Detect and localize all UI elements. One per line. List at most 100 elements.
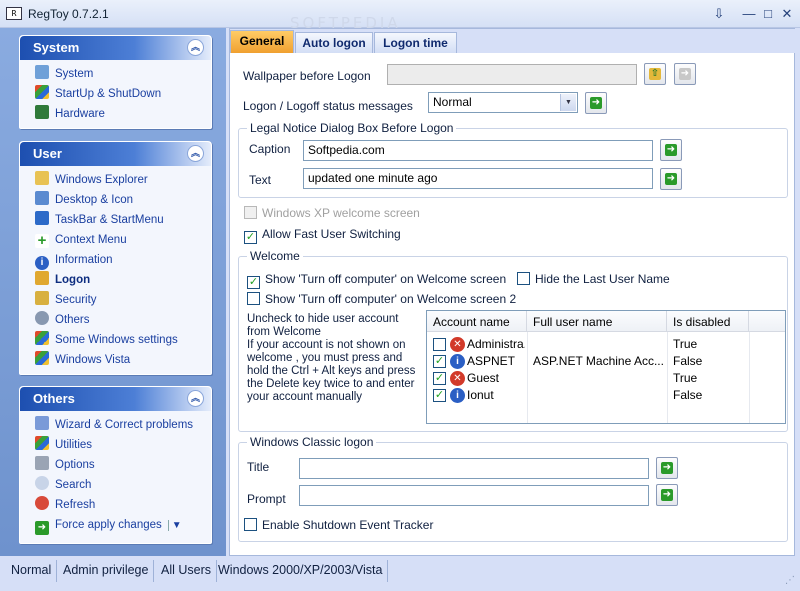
sidebar-item-wizard[interactable]: Wizard & Correct problems [20, 415, 211, 435]
hide-last-user-checkbox[interactable]: Hide the Last User Name [517, 272, 670, 286]
sidebar-item-label: Information [55, 254, 113, 266]
sidebar-item-security[interactable]: Security [20, 290, 211, 310]
show-turn-off-2-checkbox[interactable]: Show 'Turn off computer' on Welcome scre… [247, 292, 516, 306]
sidebar-item-some-windows-settings[interactable]: Some Windows settings [20, 330, 211, 350]
is-disabled-cell: False [673, 354, 703, 368]
check-icon[interactable]: ✓ [433, 389, 446, 402]
system-group-header[interactable]: System ︽ [20, 36, 211, 60]
sidebar-item-force-apply[interactable]: ➜ Force apply changes ▼ [20, 515, 211, 535]
tab-auto-logon[interactable]: Auto logon [295, 32, 373, 53]
taskbar-icon [35, 211, 49, 225]
desktop-icon [35, 191, 49, 205]
checkbox-box [517, 272, 530, 285]
status-mode: Normal [6, 560, 58, 582]
maximize-button[interactable]: □ [759, 5, 777, 23]
fast-user-switching-checkbox[interactable]: ✓ Allow Fast User Switching [244, 227, 401, 244]
text-field[interactable]: updated one minute ago [303, 168, 653, 189]
resize-grip-icon[interactable]: ⋰ [785, 575, 797, 587]
column-is-disabled[interactable]: Is disabled [667, 311, 749, 332]
prompt-field[interactable] [299, 485, 649, 506]
checkbox-box [247, 292, 260, 305]
status-messages-select[interactable]: Normal ▼ [428, 92, 578, 113]
checkbox-box [244, 518, 257, 531]
sidebar-item-hardware[interactable]: Hardware [20, 104, 211, 124]
check-icon[interactable]: ✓ [433, 355, 446, 368]
error-icon: ✕ [450, 371, 465, 386]
app-icon: R [6, 7, 22, 20]
xp-welcome-checkbox[interactable]: Windows XP welcome screen [244, 206, 420, 220]
minimize-button[interactable]: — [740, 5, 758, 23]
checkbox-box[interactable] [433, 338, 446, 351]
apply-text-button[interactable]: ➜ [660, 168, 682, 190]
others-group-header[interactable]: Others ︽ [20, 387, 211, 411]
sidebar-item-label: Windows Explorer [55, 174, 148, 186]
browse-wallpaper-button[interactable]: ⇧ [644, 63, 666, 85]
tab-logon-time[interactable]: Logon time [374, 32, 457, 53]
others-group-title: Others [33, 391, 75, 406]
is-disabled-cell: True [673, 337, 698, 351]
sidebar-item-label: Some Windows settings [55, 334, 178, 346]
sidebar-item-search[interactable]: Search [20, 475, 211, 495]
menu-dropdown-icon[interactable]: ⇩ [710, 5, 728, 23]
checkbox-label: Enable Shutdown Event Tracker [262, 518, 434, 532]
accounts-listview[interactable]: Account name Full user name Is disabled … [426, 310, 786, 424]
sidebar-item-logon[interactable]: Logon [20, 270, 211, 290]
sidebar-item-taskbar-startmenu[interactable]: TaskBar & StartMenu [20, 210, 211, 230]
table-row[interactable]: ✓ i ASPNET ASP.NET Machine Acc... False [427, 353, 785, 370]
wizard-icon [35, 416, 49, 430]
sidebar-item-label: Force apply changes [55, 519, 162, 531]
table-row[interactable]: ✓ ✕ Guest True [427, 370, 785, 387]
sidebar-item-refresh[interactable]: Refresh [20, 495, 211, 515]
title-bar[interactable]: R RegToy 0.7.2.1 SOFTPEDIA ⇩ — □ ✕ [0, 0, 800, 32]
apply-caption-button[interactable]: ➜ [660, 139, 682, 161]
status-os: Windows 2000/XP/2003/Vista [213, 560, 389, 582]
caption-field[interactable]: Softpedia.com [303, 140, 653, 161]
listview-header: Account name Full user name Is disabled [427, 311, 785, 332]
user-group-header[interactable]: User ︽ [20, 142, 211, 166]
wallpaper-field[interactable] [387, 64, 637, 85]
lock-icon [35, 291, 49, 305]
sidebar-item-information[interactable]: i Information [20, 250, 211, 270]
column-full-user-name[interactable]: Full user name [527, 311, 667, 332]
apply-status-button[interactable]: ➜ [585, 92, 607, 114]
apply-title-button[interactable]: ➜ [656, 457, 678, 479]
arrow-right-icon: ➜ [35, 521, 49, 535]
sidebar-item-startup-shutdown[interactable]: StartUp & ShutDown [20, 84, 211, 104]
tab-general[interactable]: General [230, 30, 294, 53]
sidebar-item-context-menu[interactable]: + Context Menu [20, 230, 211, 250]
user-group-title: User [33, 146, 62, 161]
title-field[interactable] [299, 458, 649, 479]
windows-logo-icon [35, 331, 49, 345]
force-apply-dropdown-icon[interactable]: ▼ [167, 520, 182, 531]
sidebar-item-options[interactable]: Options [20, 455, 211, 475]
sidebar-item-desktop-icon[interactable]: Desktop & Icon [20, 190, 211, 210]
sidebar-item-system[interactable]: System [20, 64, 211, 84]
sidebar-item-label: Wizard & Correct problems [55, 419, 194, 431]
is-disabled-cell: True [673, 371, 698, 385]
vista-logo-icon [35, 351, 49, 365]
column-account-name[interactable]: Account name [427, 311, 527, 332]
status-messages-label: Logon / Logoff status messages [243, 99, 413, 113]
apply-wallpaper-button[interactable]: ➜ [674, 63, 696, 85]
apply-prompt-button[interactable]: ➜ [656, 484, 678, 506]
collapse-icon[interactable]: ︽ [187, 390, 204, 407]
info-icon: i [450, 354, 465, 369]
info-icon: i [35, 256, 49, 270]
sidebar-item-windows-explorer[interactable]: Windows Explorer [20, 170, 211, 190]
table-row[interactable]: ✓ i Ionut False [427, 387, 785, 404]
collapse-icon[interactable]: ︽ [187, 39, 204, 56]
status-scope: All Users [156, 560, 218, 582]
sidebar-item-others[interactable]: Others [20, 310, 211, 330]
account-name-cell: Guest [467, 371, 500, 385]
welcome-note: Uncheck to hide user account from Welcom… [247, 313, 419, 404]
title-label: Title [247, 460, 270, 474]
show-turn-off-checkbox[interactable]: ✓ Show 'Turn off computer' on Welcome scr… [247, 272, 506, 289]
check-icon[interactable]: ✓ [433, 372, 446, 385]
close-button[interactable]: ✕ [778, 5, 796, 23]
shutdown-tracker-checkbox[interactable]: Enable Shutdown Event Tracker [244, 518, 433, 532]
utilities-icon [35, 436, 49, 450]
collapse-icon[interactable]: ︽ [187, 145, 204, 162]
table-row[interactable]: ✕ Administra... True [427, 336, 785, 353]
sidebar-item-utilities[interactable]: Utilities [20, 435, 211, 455]
sidebar-item-windows-vista[interactable]: Windows Vista [20, 350, 211, 370]
